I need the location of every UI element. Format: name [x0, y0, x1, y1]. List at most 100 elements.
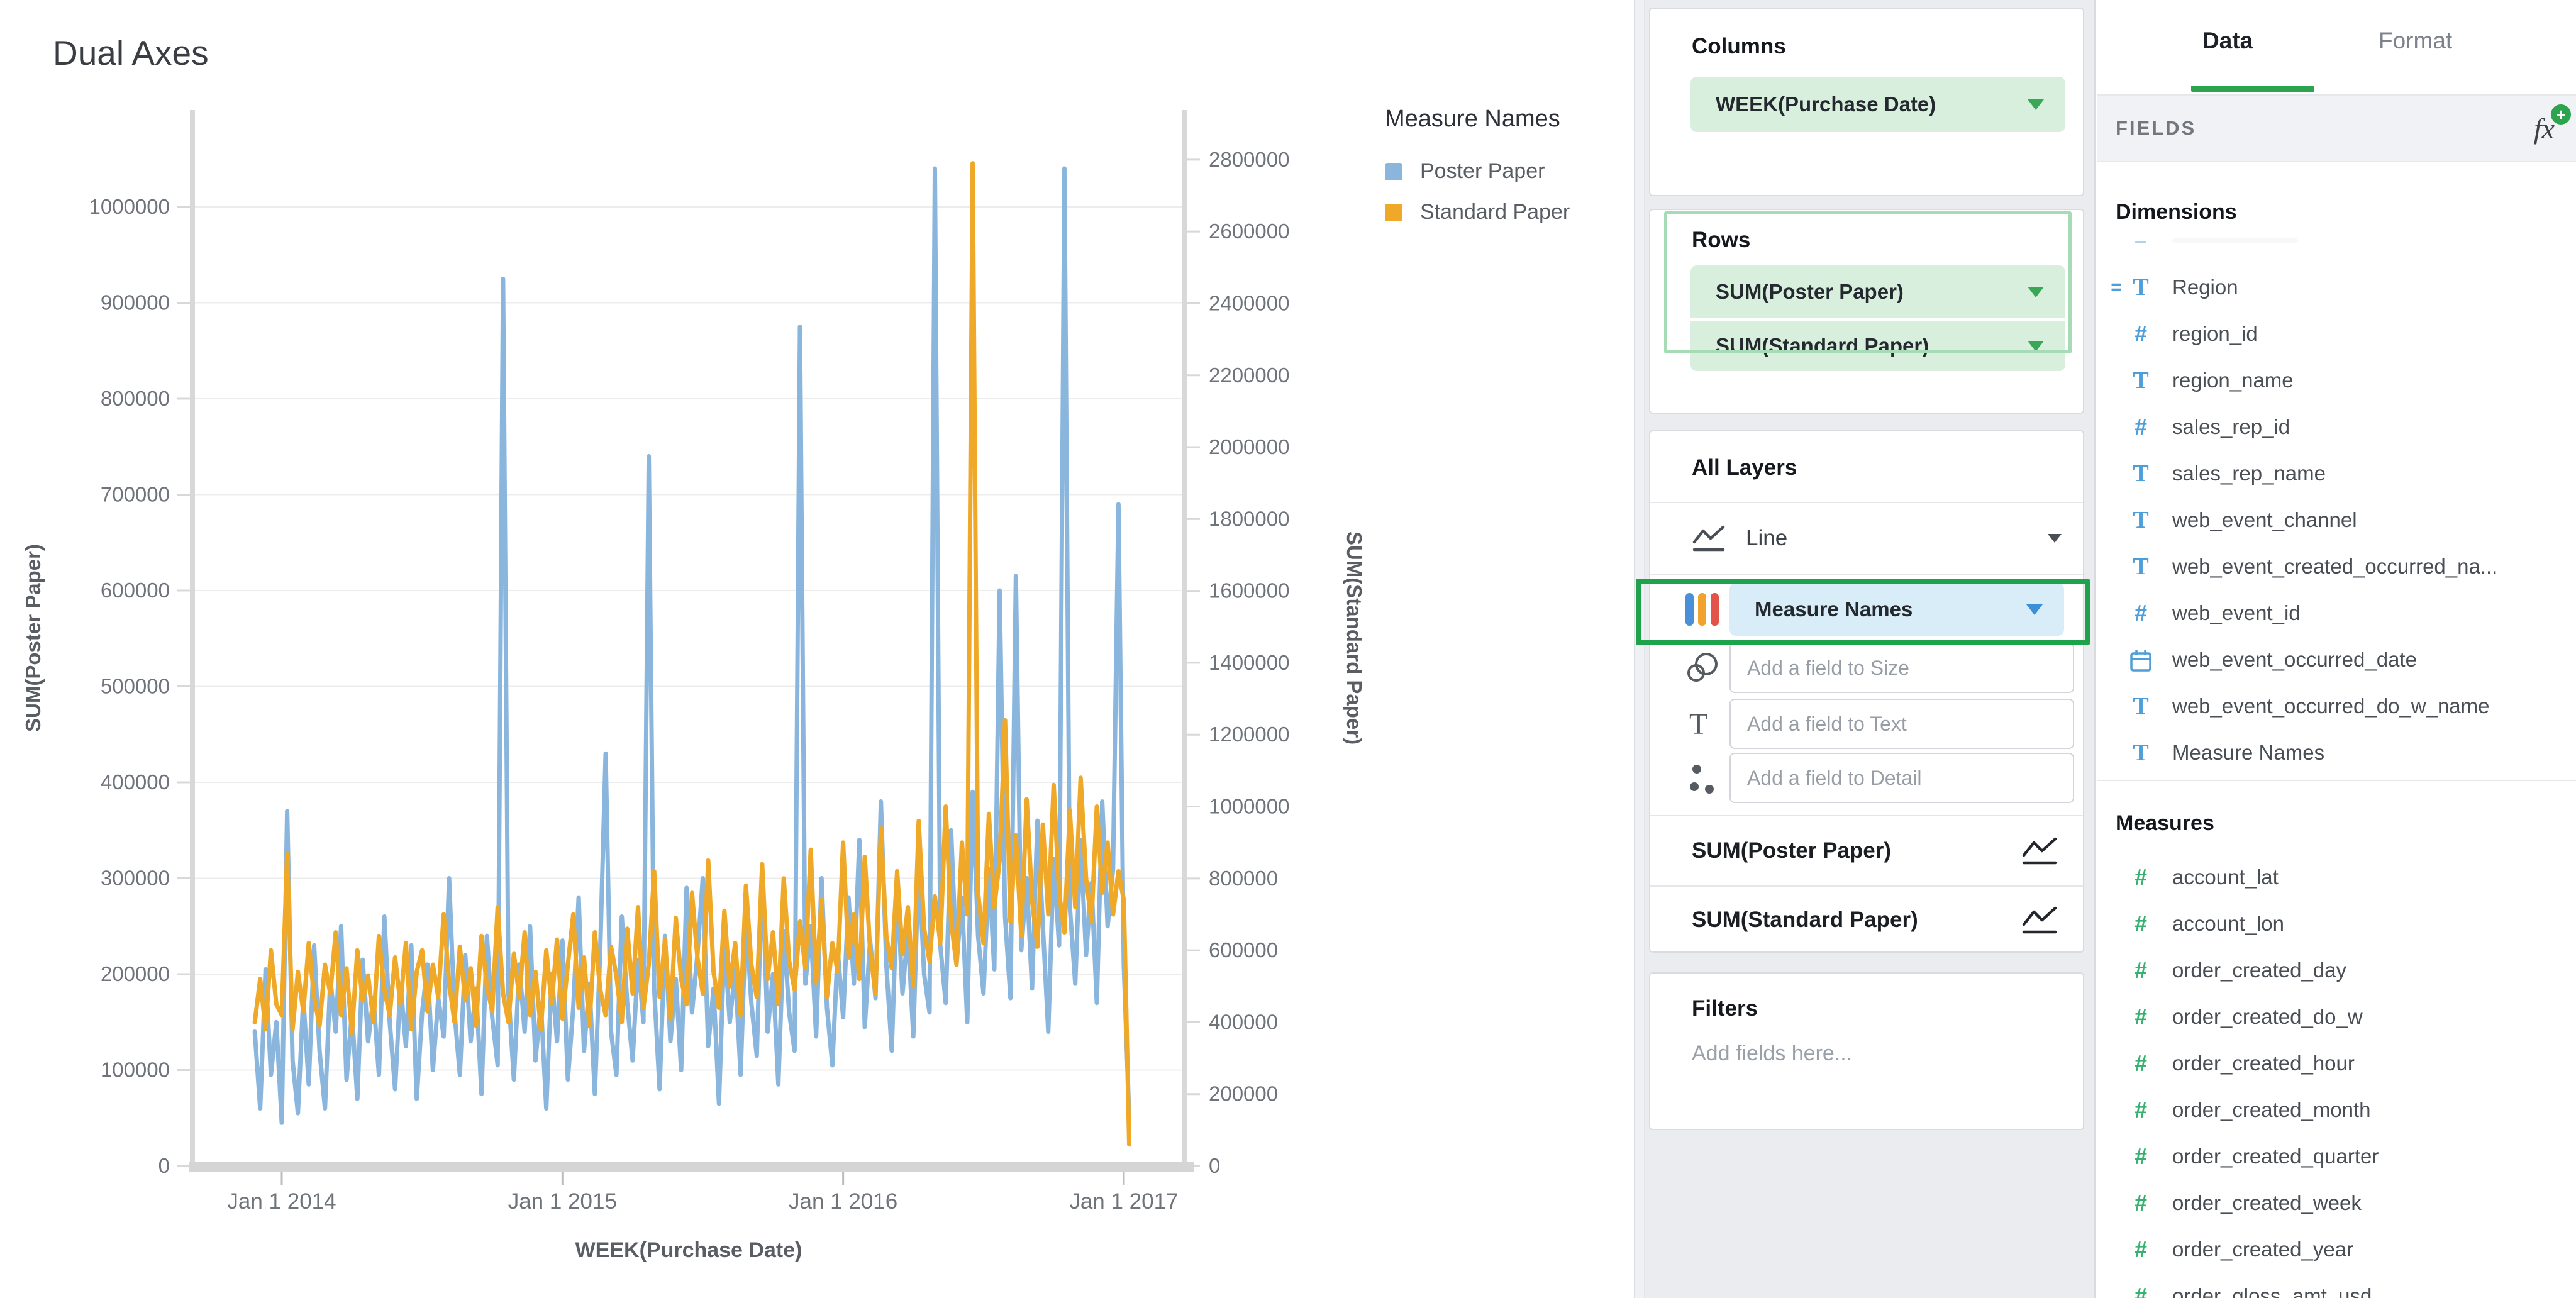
field-item-order-created-hour[interactable]: #order_created_hour	[2097, 1040, 2576, 1087]
field-item-measure-names[interactable]: T Measure Names	[2097, 729, 2576, 776]
field-label: order_created_day	[2172, 958, 2346, 982]
rows-shelf: Rows SUM(Poster Paper) SUM(Standard Pape…	[1649, 209, 2084, 414]
field-item-sales-rep-name[interactable]: Tsales_rep_name	[2097, 450, 2576, 497]
line-chart-icon	[2020, 904, 2059, 936]
color-mark-icon	[1685, 591, 1719, 628]
chevron-down-icon[interactable]	[2028, 99, 2044, 110]
field-item-web-event-occurred-date[interactable]: web_event_occurred_date	[2097, 636, 2576, 683]
chevron-down-icon[interactable]	[2026, 604, 2043, 615]
chart-region: Dual Axes 010000020000030000040000050000…	[0, 0, 1635, 1298]
right-axis-tick-label: 1600000	[1209, 579, 1289, 602]
text-field-icon: T	[2127, 739, 2155, 767]
field-label: sales_rep_id	[2172, 415, 2290, 439]
field-label: web_event_occurred_date	[2172, 648, 2417, 672]
x-axis-tick-label: Jan 1 2014	[227, 1189, 336, 1214]
left-axis-tick-label: 0	[158, 1154, 170, 1177]
number-field-icon: #	[2127, 1097, 2155, 1123]
text-field-icon: T	[2127, 553, 2155, 580]
field-label: order_gloss_amt_usd	[2172, 1284, 2372, 1298]
text-field-icon: T	[2127, 460, 2155, 487]
sum-poster-paper-layer[interactable]: SUM(Poster Paper)	[1650, 816, 2083, 885]
add-calculated-field-button[interactable]: fx +	[2534, 112, 2555, 145]
field-item-region-id[interactable]: #region_id	[2097, 311, 2576, 357]
field-label: sales_rep_name	[2172, 462, 2326, 485]
left-axis-line	[190, 110, 195, 1169]
number-field-icon: #	[2127, 600, 2155, 626]
field-item-sales-rep-id[interactable]: #sales_rep_id	[2097, 404, 2576, 450]
right-axis-tick-label: 2400000	[1209, 291, 1289, 314]
tab-format[interactable]: Format	[2379, 28, 2452, 54]
field-item-web-event-channel[interactable]: Tweb_event_channel	[2097, 497, 2576, 543]
left-axis-tick-label: 600000	[101, 579, 170, 602]
field-label: order_created_hour	[2172, 1051, 2355, 1075]
active-tab-indicator	[2191, 86, 2314, 92]
x-axis-tick-label: Jan 1 2016	[789, 1189, 897, 1214]
right-axis-tick-label: 0	[1209, 1154, 1220, 1177]
text-mark-icon: T	[1689, 707, 1707, 741]
field-item-web-event-id[interactable]: #web_event_id	[2097, 590, 2576, 636]
mark-type-label: Line	[1746, 526, 1787, 551]
chevron-down-icon[interactable]	[2048, 534, 2062, 543]
field-item-partial[interactable]: –	[2097, 218, 2576, 264]
number-field-icon: #	[2127, 321, 2155, 347]
series-line-poster-paper[interactable]	[255, 169, 1129, 1123]
right-axis-tick-label: 2200000	[1209, 363, 1289, 387]
left-axis-tick-label: 400000	[101, 770, 170, 794]
left-axis-tick-label: 1000000	[89, 195, 170, 218]
field-item-order-created-week[interactable]: #order_created_week	[2097, 1180, 2576, 1226]
detail-mark-icon	[1688, 760, 1718, 796]
mark-type-dropdown[interactable]: Line	[1650, 503, 2083, 574]
field-item-web-event-occurred-do-w-name[interactable]: Tweb_event_occurred_do_w_name	[2097, 683, 2576, 729]
field-item-order-created-day[interactable]: #order_created_day	[2097, 947, 2576, 994]
right-axis-tick-label: 2800000	[1209, 148, 1289, 171]
chevron-down-icon[interactable]	[2028, 287, 2044, 297]
pill-sum-standard-paper[interactable]: SUM(Standard Paper)	[1690, 318, 2065, 371]
legend-title: Measure Names	[1385, 106, 1630, 133]
pill-sum-poster-paper[interactable]: SUM(Poster Paper)	[1690, 265, 2065, 318]
legend-item-poster-paper[interactable]: Poster Paper	[1385, 159, 1630, 184]
right-axis-tick-label: 200000	[1209, 1082, 1278, 1106]
field-item-web-event-created-occurred-na-[interactable]: Tweb_event_created_occurred_na...	[2097, 543, 2576, 590]
field-label: web_event_occurred_do_w_name	[2172, 694, 2490, 718]
pill-week-purchase-date[interactable]: WEEK(Purchase Date)	[1690, 77, 2065, 132]
number-field-icon: #	[2127, 911, 2155, 937]
field-label: Measure Names	[2172, 741, 2324, 765]
field-item-region-name[interactable]: Tregion_name	[2097, 357, 2576, 404]
rows-pill-group: SUM(Poster Paper) SUM(Standard Paper)	[1690, 265, 2065, 371]
field-item-account-lat[interactable]: #account_lat	[2097, 854, 2576, 901]
field-item-order-created-year[interactable]: #order_created_year	[2097, 1226, 2576, 1273]
legend-item-standard-paper[interactable]: Standard Paper	[1385, 200, 1630, 225]
right-axis-tick-label: 1800000	[1209, 507, 1289, 530]
field-item-order-created-month[interactable]: #order_created_month	[2097, 1087, 2576, 1133]
left-axis-title: SUM(Poster Paper)	[21, 544, 45, 732]
field-item-order-created-do-w[interactable]: #order_created_do_w	[2097, 994, 2576, 1040]
x-axis-title: WEEK(Purchase Date)	[575, 1238, 802, 1262]
right-axis-tick-label: 1200000	[1209, 723, 1289, 746]
pill-measure-names-color[interactable]: Measure Names	[1729, 583, 2064, 636]
field-label: order_created_do_w	[2172, 1005, 2363, 1029]
field-label: web_event_channel	[2172, 508, 2357, 532]
field-item-order-gloss-amt-usd[interactable]: #order_gloss_amt_usd	[2097, 1273, 2576, 1298]
field-item-order-created-quarter[interactable]: #order_created_quarter	[2097, 1133, 2576, 1180]
field-item-region[interactable]: =TRegion	[2097, 264, 2576, 311]
right-axis-tick-label: 800000	[1209, 867, 1278, 890]
field-label: Region	[2172, 275, 2238, 299]
right-axis-tick-label: 1400000	[1209, 651, 1289, 674]
text-field-input[interactable]	[1729, 699, 2074, 749]
text-field-icon: T	[2127, 506, 2155, 534]
size-field-input[interactable]	[1729, 643, 2074, 693]
field-item-account-lon[interactable]: #account_lon	[2097, 901, 2576, 947]
filters-drop-target[interactable]: Add fields here...	[1692, 1041, 1852, 1066]
columns-shelf-label: Columns	[1692, 34, 1786, 59]
line-chart-icon	[2020, 835, 2059, 867]
right-axis-tick-label: 1000000	[1209, 795, 1289, 818]
number-field-icon: #	[2127, 1190, 2155, 1216]
size-mark-icon	[1685, 652, 1718, 684]
left-axis-tick-label: 100000	[101, 1058, 170, 1082]
right-axis-tick-label: 600000	[1209, 938, 1278, 962]
legend-item-label: Standard Paper	[1420, 200, 1570, 225]
chevron-down-icon[interactable]	[2028, 341, 2044, 352]
sum-standard-paper-layer[interactable]: SUM(Standard Paper)	[1650, 887, 2083, 953]
detail-field-input[interactable]	[1729, 753, 2074, 803]
tab-data[interactable]: Data	[2202, 28, 2253, 54]
